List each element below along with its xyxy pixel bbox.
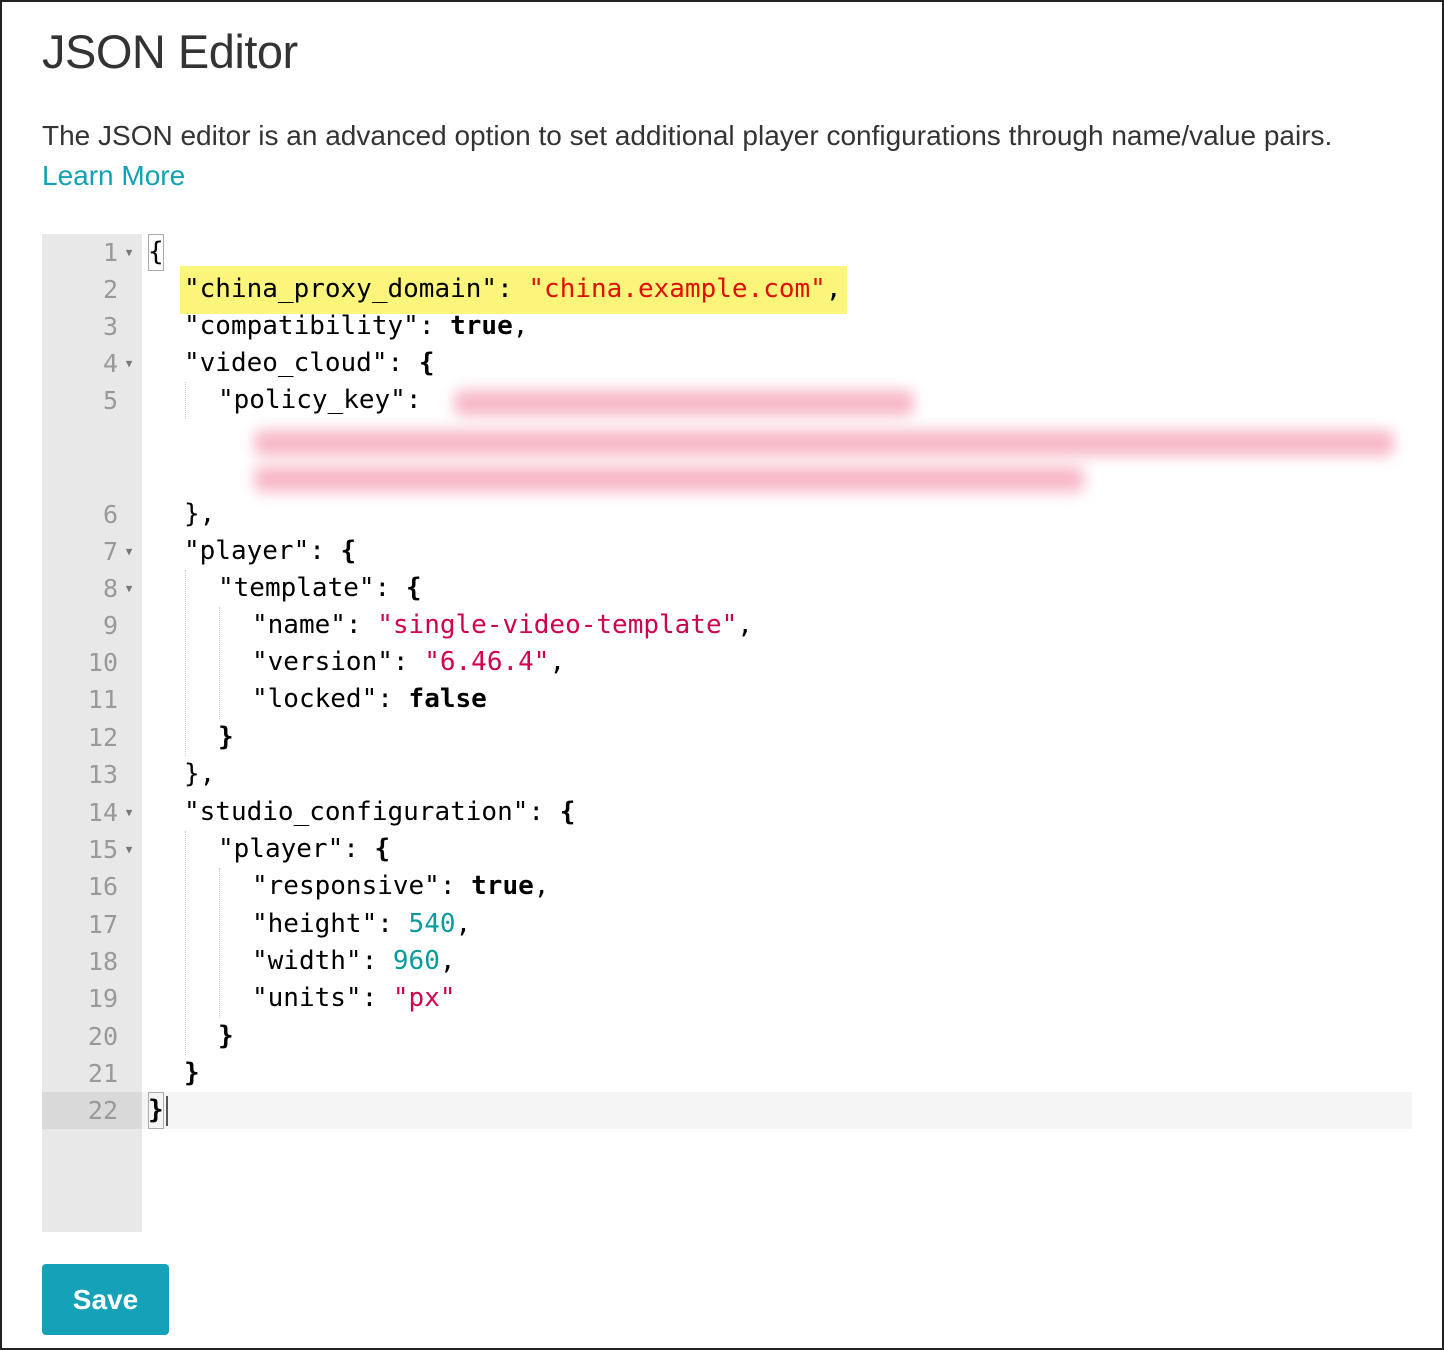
line-number: 9 [102, 611, 118, 640]
json-key: "studio_configuration" [184, 797, 529, 827]
json-bracket: { [374, 834, 391, 864]
line-number: 12 [87, 723, 118, 752]
json-key: "locked" [252, 684, 378, 714]
json-key: "name" [252, 610, 346, 640]
line-number: 22 [87, 1096, 118, 1125]
line-number: 5 [102, 386, 118, 415]
code-line: 21 } [42, 1055, 1412, 1092]
json-key: "policy_key" [218, 385, 406, 415]
json-bracket: { [405, 573, 422, 603]
json-string-value: "6.46.4" [424, 647, 550, 677]
json-key: "player" [184, 536, 310, 566]
line-number: 6 [102, 500, 118, 529]
fold-arrow-icon[interactable]: ▼ [122, 234, 136, 271]
page-title: JSON Editor [42, 25, 298, 78]
json-string-value: "px" [392, 983, 456, 1013]
code-line: 20 } [42, 1018, 1412, 1055]
code-line: 8 ▼ "template": { [42, 570, 1412, 607]
json-bracket: } [218, 1021, 234, 1051]
line-number: 7 [102, 537, 118, 566]
description: The JSON editor is an advanced option to… [42, 116, 1422, 196]
line-number: 16 [87, 872, 118, 901]
line-number: 14 [87, 798, 118, 827]
json-key: "video_cloud" [184, 348, 388, 378]
indent-guide [185, 570, 186, 756]
fold-arrow-icon[interactable]: ▼ [122, 533, 136, 570]
code-line-active: 22 } [42, 1092, 1412, 1129]
json-key: "responsive" [252, 871, 440, 901]
save-button[interactable]: Save [42, 1264, 169, 1335]
line-number: 2 [102, 275, 118, 304]
line-number: 21 [87, 1059, 118, 1088]
line-number: 13 [87, 760, 118, 789]
code-line: 14 ▼ "studio_configuration": { [42, 794, 1412, 831]
learn-more-link[interactable]: Learn More [42, 156, 185, 196]
line-number: 17 [87, 910, 118, 939]
json-key: "width" [252, 946, 362, 976]
code-line: 19 "units": "px" [42, 980, 1412, 1017]
line-number: 10 [87, 648, 118, 677]
bracket-match: { [148, 234, 164, 271]
indent-guide [185, 382, 186, 419]
json-key: "units" [252, 983, 362, 1013]
json-bracket: { [340, 536, 357, 566]
line-number: 8 [102, 574, 118, 603]
json-key: "player" [218, 834, 344, 864]
line-number: 1 [102, 238, 118, 267]
json-bracket: }, [184, 499, 216, 529]
code-line: 3 "compatibility": true, [42, 308, 1412, 345]
json-number-value: 540 [408, 909, 456, 939]
indent-guide [185, 831, 186, 1055]
json-key: "template" [218, 573, 375, 603]
json-bracket: } [184, 1058, 200, 1088]
json-key: "version" [252, 647, 393, 677]
json-key: "height" [252, 909, 378, 939]
json-bracket: }, [184, 759, 216, 789]
line-number: 20 [87, 1022, 118, 1051]
line-number: 15 [87, 835, 118, 864]
json-bracket: } [218, 722, 234, 752]
code-line: 10 "version": "6.46.4", [42, 644, 1412, 681]
fold-arrow-icon[interactable]: ▼ [122, 794, 136, 831]
json-key: "compatibility" [184, 311, 419, 341]
code-line: 12 } [42, 719, 1412, 756]
indent-guide [219, 607, 220, 719]
line-number: 18 [87, 947, 118, 976]
fold-arrow-icon[interactable]: ▼ [122, 345, 136, 382]
code-line: 18 "width": 960, [42, 943, 1412, 980]
json-bracket: { [418, 348, 435, 378]
code-line-highlighted: 2 "china_proxy_domain": "china.example.c… [42, 266, 1412, 314]
fold-arrow-icon[interactable]: ▼ [122, 570, 136, 607]
text-cursor [165, 1095, 168, 1126]
code-line: 15 ▼ "player": { [42, 831, 1412, 868]
json-boolean-value: true [471, 871, 534, 901]
code-line: 11 "locked": false [42, 681, 1412, 718]
code-line: 16 "responsive": true, [42, 868, 1412, 905]
json-boolean-value: true [450, 311, 513, 341]
json-editor[interactable]: 1 ▼ { 2 "china_proxy_domain": "china.exa… [42, 234, 1412, 1232]
code-line: 9 "name": "single-video-template", [42, 607, 1412, 644]
code-line: 6 }, [42, 496, 1412, 533]
json-key: "china_proxy_domain" [184, 274, 498, 304]
json-bracket: { [559, 797, 576, 827]
json-boolean-value: false [408, 684, 487, 714]
line-number: 19 [87, 984, 118, 1013]
json-number-value: 960 [392, 946, 440, 976]
line-number: 3 [102, 312, 118, 341]
json-string-value: "single-video-template" [377, 610, 738, 640]
line-number: 4 [102, 349, 118, 378]
fold-arrow-icon[interactable]: ▼ [122, 831, 136, 868]
code-line: 13 }, [42, 756, 1412, 793]
description-text: The JSON editor is an advanced option to… [42, 120, 1333, 151]
code-line: 7 ▼ "player": { [42, 533, 1412, 570]
code-line: 17 "height": 540, [42, 906, 1412, 943]
json-string-value: "china.example.com" [528, 274, 826, 304]
line-number: 11 [87, 685, 118, 714]
bracket-match: } [148, 1092, 164, 1129]
code-line: 4 ▼ "video_cloud": { [42, 345, 1412, 382]
highlighted-code: "china_proxy_domain": "china.example.com… [180, 266, 848, 314]
indent-guide [219, 868, 220, 1018]
